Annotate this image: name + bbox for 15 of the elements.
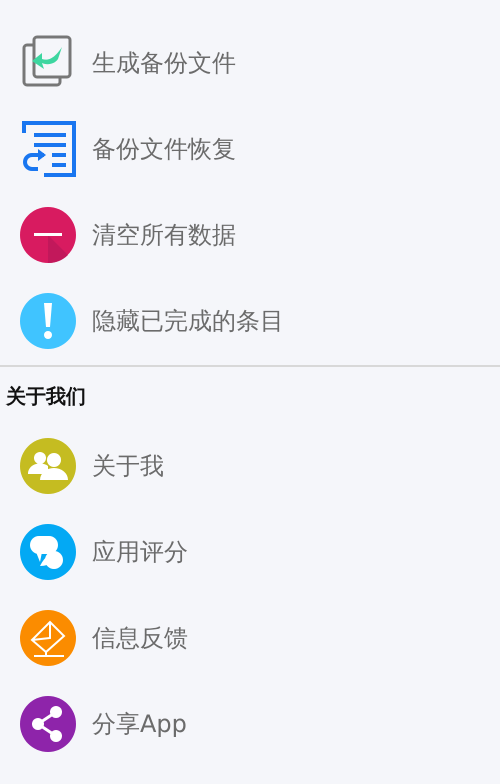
minus-icon: [18, 205, 78, 265]
share-icon: [18, 694, 78, 754]
section-heading: 关于我们: [4, 383, 87, 410]
menu-item[interactable]: 备份文件恢复: [0, 106, 500, 192]
speech-bubbles-icon: [18, 522, 78, 582]
menu-item[interactable]: 分享App: [0, 681, 500, 767]
menu-item[interactable]: 关于我: [0, 423, 500, 509]
exclamation-icon: [18, 291, 78, 351]
menu-item[interactable]: 清空所有数据: [0, 192, 500, 278]
people-icon: [18, 436, 78, 496]
menu-item[interactable]: 隐藏已完成的条目: [0, 278, 500, 364]
envelope-icon: [18, 608, 78, 668]
menu-item[interactable]: 信息反馈: [0, 595, 500, 681]
menu-item[interactable]: 生成备份文件: [0, 20, 500, 106]
menu-item[interactable]: 应用评分: [0, 509, 500, 595]
